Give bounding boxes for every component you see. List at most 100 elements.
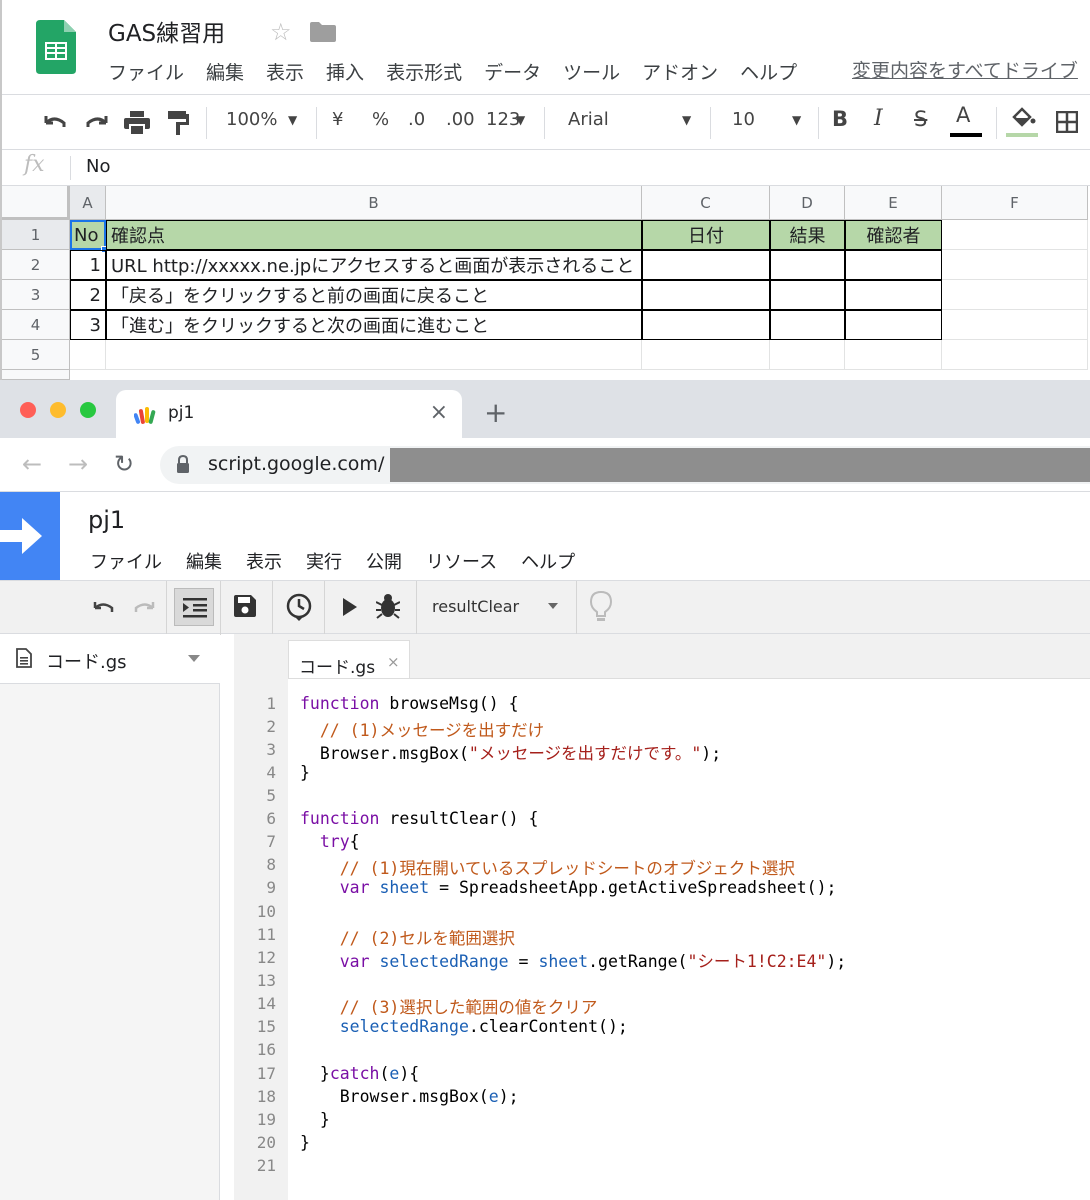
- column-header-f[interactable]: F: [942, 186, 1088, 220]
- project-title[interactable]: pj1: [88, 506, 125, 534]
- gas-menu-resources[interactable]: リソース: [426, 548, 497, 574]
- increase-decimal-button[interactable]: .00: [446, 109, 475, 130]
- cell-d3[interactable]: [770, 280, 845, 310]
- new-tab-button[interactable]: +: [484, 396, 507, 429]
- cell-d2[interactable]: [770, 250, 845, 280]
- cell-f2[interactable]: [942, 250, 1088, 280]
- row-header-4[interactable]: 4: [2, 310, 70, 340]
- cell-b5[interactable]: [106, 340, 642, 370]
- gas-menu-publish[interactable]: 公開: [366, 548, 402, 574]
- back-arrow-icon[interactable]: ←: [22, 450, 42, 478]
- fill-color-icon[interactable]: [1010, 107, 1036, 129]
- cell-a3[interactable]: 2: [70, 280, 106, 310]
- function-select[interactable]: resultClear: [432, 597, 519, 616]
- cell-d1[interactable]: 結果: [770, 220, 845, 250]
- menu-view[interactable]: 表示: [266, 58, 304, 85]
- apps-script-logo[interactable]: [0, 492, 60, 580]
- editor-tab-close-icon[interactable]: ×: [387, 653, 400, 671]
- borders-icon[interactable]: [1056, 111, 1078, 133]
- lightbulb-icon[interactable]: [590, 591, 612, 623]
- select-all-corner[interactable]: [2, 186, 70, 220]
- menu-insert[interactable]: 挿入: [326, 58, 364, 85]
- column-header-d[interactable]: D: [770, 186, 845, 220]
- menu-format[interactable]: 表示形式: [386, 58, 462, 85]
- cell-f5[interactable]: [942, 340, 1088, 370]
- forward-arrow-icon[interactable]: →: [68, 450, 88, 478]
- address-bar[interactable]: script.google.com/: [160, 446, 1090, 484]
- cell-d4[interactable]: [770, 310, 845, 340]
- menu-addons[interactable]: アドオン: [642, 58, 718, 85]
- cell-b3[interactable]: 「戻る」をクリックすると前の画面に戻ること: [106, 280, 642, 310]
- document-title[interactable]: GAS練習用: [108, 14, 225, 48]
- gas-menu-edit[interactable]: 編集: [186, 548, 222, 574]
- currency-format-button[interactable]: ¥: [332, 109, 343, 130]
- cell-a5[interactable]: [70, 340, 106, 370]
- save-status-link[interactable]: 変更内容をすべてドライブ: [852, 56, 1078, 83]
- column-header-b[interactable]: B: [106, 186, 642, 220]
- save-icon[interactable]: [234, 595, 256, 617]
- cell-a4[interactable]: 3: [70, 310, 106, 340]
- cell-b4[interactable]: 「進む」をクリックすると次の画面に進むこと: [106, 310, 642, 340]
- gas-menu-help[interactable]: ヘルプ: [521, 548, 575, 574]
- close-window-button[interactable]: [20, 402, 36, 418]
- column-header-c[interactable]: C: [642, 186, 770, 220]
- file-menu-caret-icon[interactable]: [188, 655, 200, 662]
- undo-icon[interactable]: [92, 599, 116, 617]
- code-editor[interactable]: function browseMsg() { // (1)メッセージを出すだけ …: [288, 678, 1090, 1200]
- redo-icon[interactable]: [84, 113, 110, 133]
- cell-e4[interactable]: [845, 310, 942, 340]
- cell-e5[interactable]: [845, 340, 942, 370]
- cell-b1[interactable]: 確認点: [106, 220, 642, 250]
- function-select-caret-icon[interactable]: [548, 603, 558, 609]
- cell-e3[interactable]: [845, 280, 942, 310]
- zoom-caret-icon[interactable]: ▼: [288, 113, 297, 127]
- cell-f3[interactable]: [942, 280, 1088, 310]
- row-header-2[interactable]: 2: [2, 250, 70, 280]
- font-select[interactable]: Arial: [568, 109, 609, 130]
- run-play-icon[interactable]: [342, 598, 358, 616]
- google-sheets-logo-icon[interactable]: [36, 20, 76, 74]
- italic-button[interactable]: I: [874, 106, 883, 131]
- gas-menu-view[interactable]: 表示: [246, 548, 282, 574]
- undo-icon[interactable]: [42, 113, 68, 133]
- formats-caret-icon[interactable]: ▼: [516, 113, 525, 127]
- font-size-select[interactable]: 10: [732, 109, 755, 130]
- menu-data[interactable]: データ: [484, 58, 541, 85]
- folder-icon[interactable]: [310, 22, 336, 42]
- triggers-clock-icon[interactable]: [286, 593, 312, 621]
- gas-menu-file[interactable]: ファイル: [90, 548, 162, 574]
- cell-a2[interactable]: 1: [70, 250, 106, 280]
- tab-close-icon[interactable]: ×: [430, 400, 448, 425]
- font-size-caret-icon[interactable]: ▼: [792, 113, 801, 127]
- row-header-3[interactable]: 3: [2, 280, 70, 310]
- cell-c5[interactable]: [642, 340, 770, 370]
- cell-f1[interactable]: [942, 220, 1088, 250]
- menu-help[interactable]: ヘルプ: [740, 58, 797, 85]
- zoom-select[interactable]: 100%: [226, 109, 277, 130]
- cell-b2[interactable]: URL http://xxxxx.ne.jpにアクセスすると画面が表示されること: [106, 250, 642, 280]
- formula-input[interactable]: No: [86, 156, 110, 177]
- row-header-6[interactable]: [2, 370, 70, 380]
- cell-f4[interactable]: [942, 310, 1088, 340]
- redo-icon[interactable]: [132, 599, 156, 617]
- file-item-code-gs[interactable]: コード.gs: [0, 634, 220, 684]
- zoom-window-button[interactable]: [80, 402, 96, 418]
- column-header-a[interactable]: A: [70, 186, 106, 220]
- reload-icon[interactable]: ↻: [114, 450, 134, 478]
- row-header-5[interactable]: 5: [2, 340, 70, 370]
- cell-d5[interactable]: [770, 340, 845, 370]
- cell-c3[interactable]: [642, 280, 770, 310]
- menu-edit[interactable]: 編集: [206, 58, 244, 85]
- text-color-button[interactable]: A: [956, 103, 970, 127]
- cell-e2[interactable]: [845, 250, 942, 280]
- decrease-decimal-button[interactable]: .0: [408, 109, 425, 130]
- row-header-1[interactable]: 1: [2, 220, 70, 250]
- debug-bug-icon[interactable]: [376, 593, 400, 619]
- percent-format-button[interactable]: %: [372, 109, 389, 130]
- browser-tab-pj1[interactable]: pj1 ×: [116, 390, 462, 438]
- bold-button[interactable]: B: [832, 107, 848, 131]
- cell-c4[interactable]: [642, 310, 770, 340]
- font-caret-icon[interactable]: ▼: [682, 113, 691, 127]
- paint-format-icon[interactable]: [168, 111, 190, 135]
- minimize-window-button[interactable]: [50, 402, 66, 418]
